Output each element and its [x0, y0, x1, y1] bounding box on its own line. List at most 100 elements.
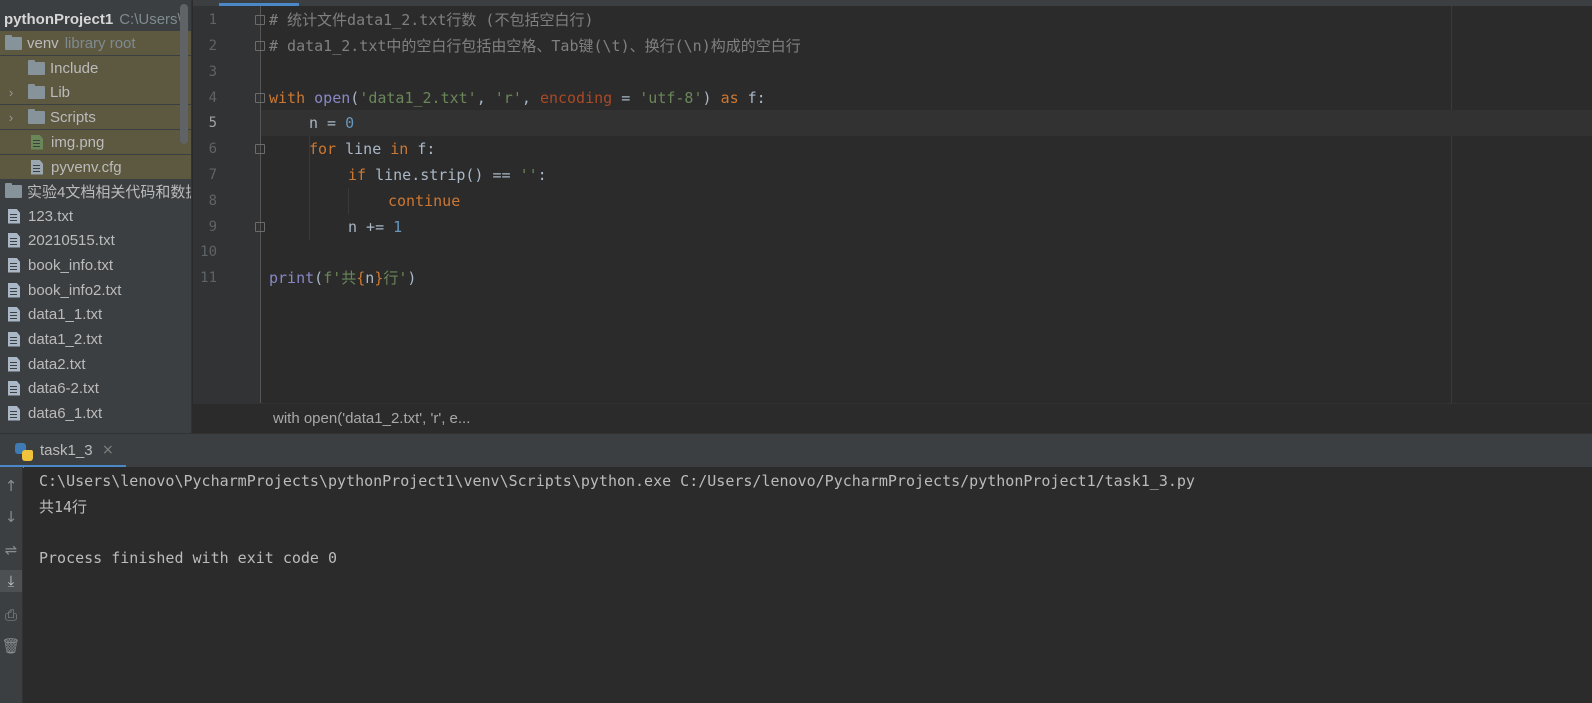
keyword: if [348, 166, 367, 184]
code-text: line.strip() == [366, 166, 520, 184]
code-text: n += [348, 218, 394, 236]
console-exit-line: Process finished with exit code 0 [39, 549, 338, 567]
tree-item-file[interactable]: book_info2.txt [0, 278, 191, 302]
line-number: 9 [208, 219, 217, 235]
builtin-fn: open [314, 89, 351, 107]
code-text: : [537, 166, 547, 184]
print-icon[interactable]: ⎙ [0, 604, 22, 626]
tree-item-img-png[interactable]: img.png [0, 130, 191, 154]
keyword: with [269, 89, 306, 107]
tree-scrollbar[interactable] [180, 4, 188, 144]
project-root-path: C:\Users\ [119, 10, 182, 28]
code-line-11: print(f'共{n}行') [269, 265, 416, 291]
tree-item-label: Lib [50, 83, 71, 101]
current-line-highlight [261, 110, 1592, 136]
tree-item-file[interactable]: data6_1.txt [0, 401, 191, 425]
arrow-up-icon[interactable]: ↑ [0, 475, 22, 497]
number: 1 [393, 218, 403, 236]
breadcrumb[interactable]: with open('data1_2.txt', 'r', e... [273, 410, 470, 427]
soft-wrap-icon[interactable]: ⇌ [0, 539, 22, 561]
python-icon [15, 443, 33, 461]
project-root-name: pythonProject1 [4, 10, 114, 28]
image-file-icon [31, 134, 43, 150]
fold-icon[interactable] [255, 222, 265, 232]
text-file-icon [8, 282, 20, 298]
run-tab-label: task1_3 [40, 442, 93, 459]
tree-item-label: 20210515.txt [28, 231, 115, 249]
tree-item-label: book_info2.txt [28, 281, 122, 299]
line-number: 3 [208, 64, 217, 80]
tree-item-label: data1_1.txt [28, 305, 103, 323]
tree-item-pyvenv-cfg[interactable]: pyvenv.cfg [0, 155, 191, 179]
close-icon[interactable]: × [102, 442, 114, 458]
punct: , [521, 89, 540, 107]
project-tool-window: pythonProject1 C:\Users\ venv library ro… [0, 0, 192, 433]
string: 'r' [494, 89, 522, 107]
trash-icon[interactable]: 🗑 [0, 635, 22, 657]
string: 行' [383, 269, 408, 287]
string: '' [519, 166, 538, 184]
text-file-icon [8, 380, 20, 396]
code-line-6: for line in f: [309, 136, 435, 162]
tree-item-label: book_info.txt [28, 256, 114, 274]
code-line-4: with open('data1_2.txt', 'r', encoding =… [269, 85, 766, 111]
run-panel-header: task1_3 × [0, 433, 1592, 468]
tree-item-venv[interactable]: venv library root [0, 31, 191, 55]
tree-item-label: data1_2.txt [28, 330, 103, 348]
run-console[interactable]: C:\Users\lenovo\PycharmProjects\pythonPr… [24, 467, 1592, 703]
line-number: 2 [208, 38, 217, 54]
punct: = [612, 89, 640, 107]
tree-item-file[interactable]: data2.txt [0, 352, 191, 376]
line-number: 8 [208, 193, 217, 209]
tree-item-scripts[interactable]: › Scripts [0, 105, 191, 129]
chevron-right-icon[interactable]: › [4, 110, 18, 125]
line-number: 4 [208, 90, 217, 106]
fstring-brace: { [356, 269, 366, 287]
run-toolbar: ↑ ↓ ⇌ ⤓ ⎙ 🗑 [0, 467, 23, 703]
chevron-right-icon[interactable]: › [4, 85, 18, 100]
text-file-icon [8, 331, 20, 347]
keyword: for [309, 140, 337, 158]
tree-item-label: data2.txt [28, 355, 86, 373]
project-root-item[interactable]: pythonProject1 C:\Users\ [0, 7, 191, 31]
config-file-icon [31, 159, 43, 175]
fold-icon[interactable] [255, 93, 265, 103]
tab-run-task1-3[interactable]: task1_3 × [0, 434, 126, 468]
builtin-fn: print [269, 269, 315, 287]
indent-guide [348, 188, 349, 214]
string: f'共 [323, 269, 357, 287]
tree-item-label: pyvenv.cfg [51, 158, 122, 176]
code-editor[interactable]: 1 2 3 4 5 6 7 8 9 10 11 # 统计文件data1_2.tx… [193, 0, 1592, 403]
folder-icon [5, 182, 22, 198]
tree-item-file[interactable]: book_info.txt [0, 253, 191, 277]
tree-item-lib[interactable]: › Lib [0, 80, 191, 104]
code-text: line [336, 140, 391, 158]
tree-item-include[interactable]: Include [0, 56, 191, 80]
arrow-down-icon[interactable]: ↓ [0, 506, 22, 528]
fstring-brace: } [374, 269, 384, 287]
tree-item-label: data6_1.txt [28, 404, 103, 422]
scroll-to-end-icon[interactable]: ⤓ [0, 570, 22, 592]
param-name: encoding [539, 89, 613, 107]
breadcrumb-bar: with open('data1_2.txt', 'r', e... [193, 403, 1592, 433]
tree-item-folder-exp4[interactable]: 实验4文档相关代码和数据 [0, 179, 191, 203]
tree-item-file[interactable]: data6-2.txt [0, 376, 191, 400]
punct: , [476, 89, 495, 107]
tree-item-file[interactable]: data1_2.txt [0, 327, 191, 351]
tree-item-file[interactable]: data1_1.txt [0, 302, 191, 326]
fold-icon[interactable] [255, 144, 265, 154]
folder-icon [28, 108, 45, 124]
fold-icon[interactable] [255, 41, 265, 51]
text-file-icon [8, 232, 20, 248]
line-number-current: 5 [208, 115, 217, 131]
text-file-icon [8, 356, 20, 372]
tree-item-file[interactable]: 20210515.txt [0, 228, 191, 252]
tree-item-label: 实验4文档相关代码和数据 [27, 183, 192, 201]
line-number: 7 [208, 167, 217, 183]
punct: ) [407, 269, 417, 287]
text-file-icon [8, 405, 20, 421]
fold-icon[interactable] [255, 15, 265, 25]
tree-item-file[interactable]: 123.txt [0, 204, 191, 228]
code-text: n = [309, 114, 346, 132]
comment: # 统计文件data1_2.txt行数 (不包括空白行) [269, 11, 594, 29]
